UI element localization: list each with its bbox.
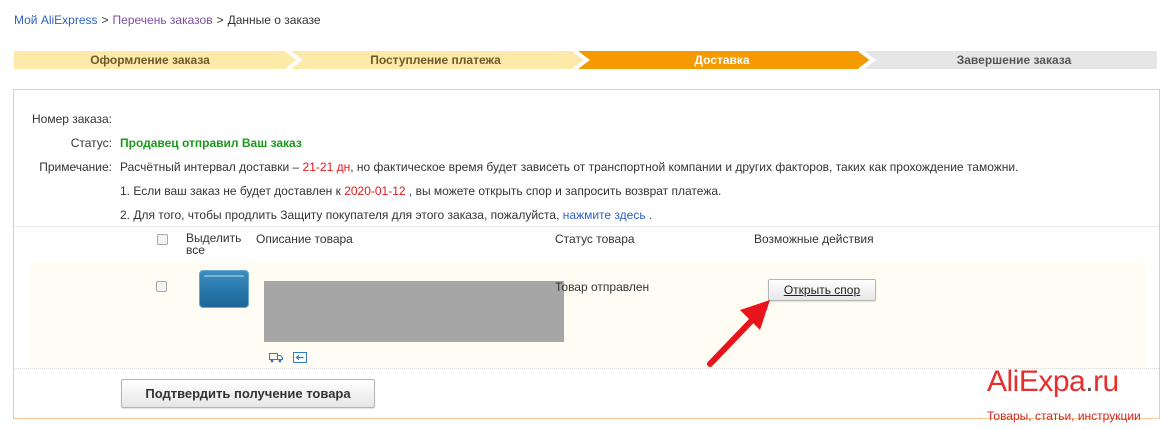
select-all-checkbox[interactable] xyxy=(157,234,168,245)
line1-suffix: , вы можете открыть спор и запросить воз… xyxy=(408,184,722,198)
watermark-logo-main: AliExpa xyxy=(987,365,1086,398)
line2-suffix: . xyxy=(648,208,653,222)
order-status-value: Продавец отправил Ваш заказ xyxy=(120,136,302,150)
watermark-logo: AliExpa.ru xyxy=(987,366,1119,398)
product-thumbnail[interactable] xyxy=(199,270,249,308)
item-checkbox[interactable] xyxy=(156,281,167,292)
note-suffix: , но фактическое время будет зависеть от… xyxy=(350,160,1019,174)
item-status: Товар отправлен xyxy=(555,280,650,294)
dispute-deadline-note: 1. Если ваш заказ не будет доставлен к 2… xyxy=(120,184,721,198)
watermark-logo-tld: ru xyxy=(1093,365,1119,398)
breadcrumb-home-link[interactable]: Мой AliExpress xyxy=(14,13,98,27)
buyer-protection-note: 2. Для того, чтобы продлить Защиту покуп… xyxy=(120,208,652,222)
open-dispute-button[interactable]: Открыть спор xyxy=(768,279,876,301)
confirm-receipt-button[interactable]: Подтвердить получение товара xyxy=(121,379,375,408)
select-all-label-line2: все xyxy=(186,243,205,257)
product-description-redacted xyxy=(264,281,564,342)
breadcrumb-separator: > xyxy=(216,13,224,27)
extend-protection-link[interactable]: нажмите здесь xyxy=(563,208,646,222)
breadcrumb: Мой AliExpress > Перечень заказов > Данные о… xyxy=(14,13,321,27)
column-header-description: Описание товара xyxy=(256,232,353,246)
table-row: Товар отправлен Открыть спор xyxy=(30,262,1146,368)
column-header-actions: Возможные действия xyxy=(754,232,874,246)
step-label-complete: Завершение заказа xyxy=(956,53,1072,67)
line2-prefix: 2. Для того, чтобы продлить Защиту покуп… xyxy=(120,208,560,222)
divider xyxy=(14,226,1159,227)
truck-icon[interactable] xyxy=(269,352,283,363)
breadcrumb-orders-link[interactable]: Перечень заказов xyxy=(113,13,213,27)
breadcrumb-separator: > xyxy=(101,13,109,27)
delivery-days: 21-21 дн xyxy=(302,160,351,174)
order-progress-steps: Оформление заказа Поступление платежа До… xyxy=(14,51,1157,69)
step-label-delivery: Доставка xyxy=(694,53,750,67)
breadcrumb-current: Данные о заказе xyxy=(227,13,321,27)
return-icon[interactable] xyxy=(293,352,307,363)
delivery-note: Расчётный интервал доставки – 21-21 дн, … xyxy=(120,160,1018,174)
line1-prefix: 1. Если ваш заказ не будет доставлен к xyxy=(120,184,341,198)
status-label: Статус: xyxy=(70,136,112,150)
watermark-logo-dot: . xyxy=(1085,365,1094,398)
note-prefix: Расчётный интервал доставки – xyxy=(120,160,300,174)
step-label-payment: Поступление платежа xyxy=(370,53,501,67)
column-header-status: Статус товара xyxy=(555,232,635,246)
dispute-deadline-date: 2020-01-12 xyxy=(344,184,406,198)
watermark-tagline: Товары, статьи, инструкции xyxy=(987,409,1141,423)
note-label: Примечание: xyxy=(39,160,112,174)
order-number-label: Номер заказа: xyxy=(31,112,112,126)
select-all-label: Выделить все xyxy=(186,232,241,256)
red-arrow-icon xyxy=(707,300,770,367)
step-label-checkout: Оформление заказа xyxy=(90,53,210,67)
